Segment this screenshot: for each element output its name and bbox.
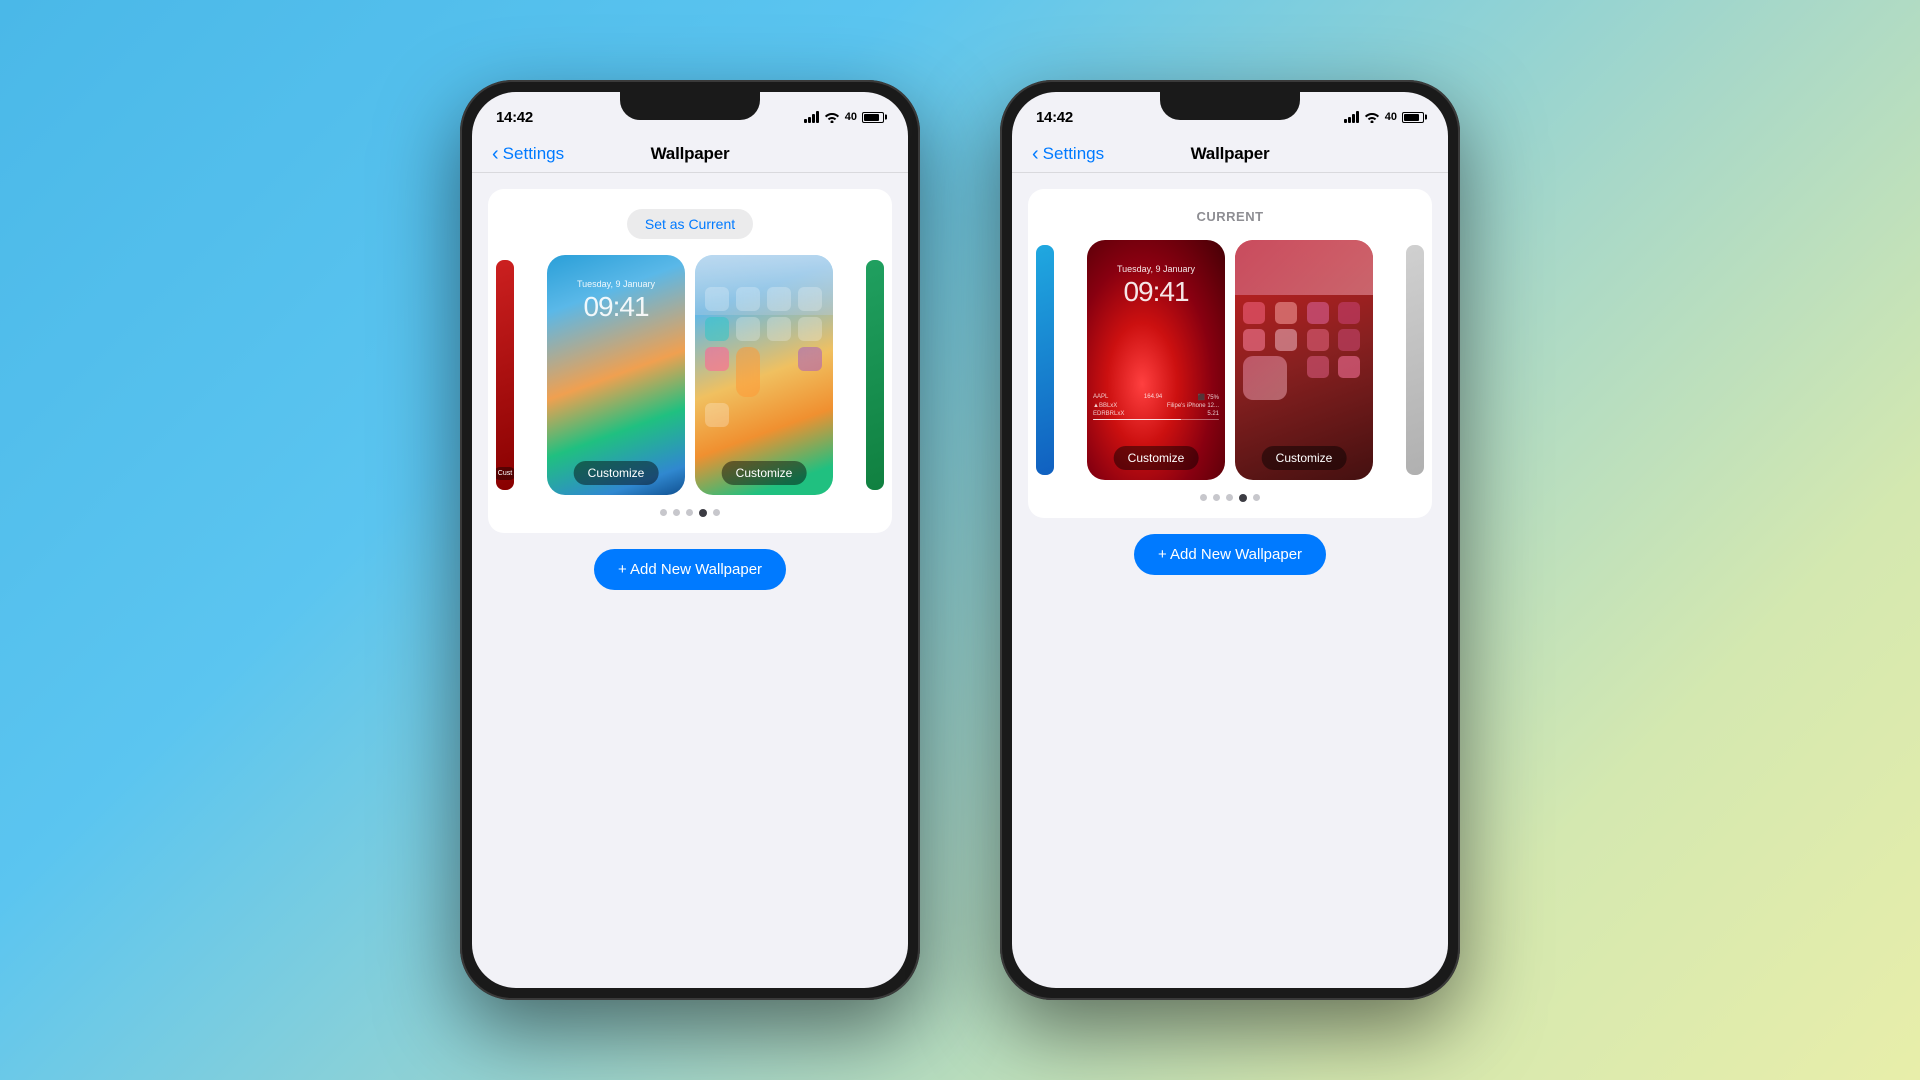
dot-2: [673, 509, 680, 516]
nav-bar-left: ‹ Settings Wallpaper: [472, 136, 908, 172]
wallpaper-card-left: Set as Current Cust Tuesday, 9 January: [488, 189, 892, 533]
dot-4-active: [699, 509, 707, 517]
add-wallpaper-button-right[interactable]: + Add New Wallpaper: [1134, 534, 1326, 575]
notch-right: [1160, 92, 1300, 120]
previews-container-right: Tuesday, 9 January 09:41 AAPL 164.94 ⬛ 7…: [1044, 240, 1416, 480]
dot-3: [686, 509, 693, 516]
customize-home-right[interactable]: Customize: [1262, 446, 1347, 470]
dot-r-5: [1253, 494, 1260, 501]
back-label-left: Settings: [503, 144, 564, 164]
back-label-right: Settings: [1043, 144, 1104, 164]
side-peek-left-right: [1036, 245, 1054, 475]
home-icons-right: [1243, 302, 1365, 400]
home-top-widget-right: [1235, 240, 1373, 295]
dot-r-1: [1200, 494, 1207, 501]
phone-right: 14:42 40 ‹: [1000, 80, 1460, 1000]
wallpaper-card-right: CURRENT Tuesday, 9 January 09:41: [1028, 189, 1432, 518]
home-icons-left: [705, 287, 823, 427]
status-time-left: 14:42: [496, 109, 533, 126]
wifi-icon-left: [824, 111, 840, 123]
phone-left: 14:42 40 ‹: [460, 80, 920, 1000]
add-wallpaper-button-left[interactable]: + Add New Wallpaper: [594, 549, 786, 590]
set-as-current-badge[interactable]: Set as Current: [627, 209, 753, 239]
pagination-right: [1200, 494, 1260, 502]
previews-container-left: Cust Tuesday, 9 January 09:41 Customize: [504, 255, 876, 495]
dot-r-2: [1213, 494, 1220, 501]
content-right: CURRENT Tuesday, 9 January 09:41: [1012, 189, 1448, 595]
chevron-left-icon: ‹: [492, 143, 499, 166]
notch-left: [620, 92, 760, 120]
status-icons-right: 40: [1344, 111, 1424, 123]
lock-screen-preview-right[interactable]: Tuesday, 9 January 09:41 AAPL 164.94 ⬛ 7…: [1087, 240, 1225, 480]
back-button-left[interactable]: ‹ Settings: [492, 143, 564, 166]
phone-right-screen: 14:42 40 ‹: [1012, 92, 1448, 988]
lock-screen-preview-left[interactable]: Tuesday, 9 January 09:41 Customize: [547, 255, 685, 495]
side-peek-left-left: Cust: [496, 260, 514, 490]
nav-title-right: Wallpaper: [1191, 144, 1270, 164]
customize-lock-left[interactable]: Customize: [574, 461, 659, 485]
lock-time-left: Tuesday, 9 January 09:41: [547, 279, 685, 323]
dot-r-3: [1226, 494, 1233, 501]
current-label: CURRENT: [1196, 209, 1263, 224]
nav-title-left: Wallpaper: [651, 144, 730, 164]
lock-info-right: AAPL 164.94 ⬛ 75% ▲BBLxX Filipe's iPhone…: [1093, 394, 1219, 420]
content-left: Set as Current Cust Tuesday, 9 January: [472, 189, 908, 610]
wallpaper-previews-left: Tuesday, 9 January 09:41 Customize: [504, 255, 876, 495]
battery-icon-left: [862, 112, 884, 123]
wifi-icon-right: [1364, 111, 1380, 123]
status-time-right: 14:42: [1036, 109, 1073, 126]
battery-percent-left: 40: [845, 111, 857, 123]
dot-1: [660, 509, 667, 516]
home-screen-preview-right[interactable]: Customize: [1235, 240, 1373, 480]
dot-r-4-active: [1239, 494, 1247, 502]
back-button-right[interactable]: ‹ Settings: [1032, 143, 1104, 166]
lock-time-right: Tuesday, 9 January 09:41: [1087, 264, 1225, 308]
customize-home-left[interactable]: Customize: [722, 461, 807, 485]
battery-icon-right: [1402, 112, 1424, 123]
chevron-left-icon-right: ‹: [1032, 143, 1039, 166]
status-icons-left: 40: [804, 111, 884, 123]
side-peek-right-right: [1406, 245, 1424, 475]
dot-5: [713, 509, 720, 516]
nav-bar-right: ‹ Settings Wallpaper: [1012, 136, 1448, 172]
pagination-left: [660, 509, 720, 517]
signal-icon-left: [804, 111, 819, 123]
side-peek-right-left: [866, 260, 884, 490]
signal-icon-right: [1344, 111, 1359, 123]
wallpaper-previews-right: Tuesday, 9 January 09:41 AAPL 164.94 ⬛ 7…: [1044, 240, 1416, 480]
battery-percent-right: 40: [1385, 111, 1397, 123]
customize-lock-right[interactable]: Customize: [1114, 446, 1199, 470]
phone-left-screen: 14:42 40 ‹: [472, 92, 908, 988]
home-screen-preview-left[interactable]: Customize: [695, 255, 833, 495]
